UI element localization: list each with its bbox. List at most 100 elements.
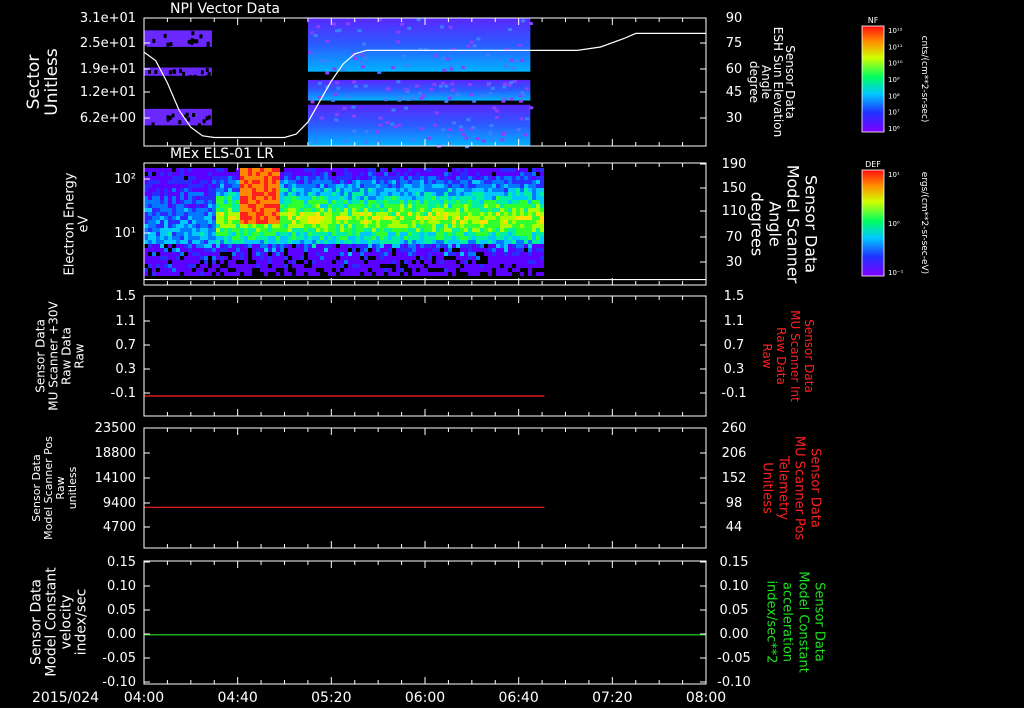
els-cell [424, 196, 428, 200]
els-cell [364, 212, 368, 216]
els-cell [504, 188, 508, 192]
els-cell [444, 204, 448, 208]
els-cell [168, 180, 172, 184]
els-cell [372, 192, 376, 196]
els-cell [388, 204, 392, 208]
els-cell [496, 260, 500, 264]
els-cell [268, 180, 272, 184]
els-cell [460, 256, 464, 260]
els-cell [292, 172, 296, 176]
els-cell [340, 196, 344, 200]
npi-speckle [190, 38, 194, 43]
els-cell [508, 228, 512, 232]
npi-speckle [199, 34, 203, 39]
els-cell [380, 208, 384, 212]
y-tick-label-left: 2.5e+01 [80, 36, 136, 51]
els-cell [248, 264, 252, 268]
els-cell [512, 236, 516, 240]
els-cell [184, 256, 188, 260]
els-cell [336, 172, 340, 176]
els-cell [444, 224, 448, 228]
els-cell [524, 172, 528, 176]
els-cell [228, 184, 232, 188]
els-cell [500, 252, 504, 256]
els-cell [352, 252, 356, 256]
els-cell [408, 260, 412, 264]
npi-speckle [313, 34, 318, 38]
els-cell [356, 256, 360, 260]
els-cell [192, 236, 196, 240]
els-cell [308, 232, 312, 236]
npi-speckle [442, 68, 447, 72]
els-cell [472, 228, 476, 232]
els-cell [424, 200, 428, 204]
els-cell [164, 184, 168, 188]
npi-speckle [331, 22, 336, 26]
els-cell [484, 264, 488, 268]
els-cell [236, 240, 240, 244]
els-cell [456, 236, 460, 240]
els-cell [492, 228, 496, 232]
els-cell [328, 232, 332, 236]
els-cell [444, 184, 448, 188]
els-cell [388, 216, 392, 220]
y-tick-label-right: 260 [722, 421, 747, 436]
els-cell [452, 184, 456, 188]
els-cell [360, 236, 364, 240]
els-cell [404, 260, 408, 264]
els-cell [240, 252, 244, 256]
els-cell [292, 252, 296, 256]
els-cell [256, 240, 260, 244]
els-cell [464, 180, 468, 184]
els-cell [264, 188, 268, 192]
els-cell [436, 264, 440, 268]
els-cell [432, 252, 436, 256]
els-cell [360, 180, 364, 184]
els-cell [412, 172, 416, 176]
els-cell [172, 224, 176, 228]
els-cell [324, 168, 328, 172]
y-tick-label-right: 0.7 [724, 338, 745, 353]
els-cell [276, 248, 280, 252]
npi-speckle [384, 98, 389, 102]
els-cell [496, 192, 500, 196]
els-cell [540, 272, 544, 276]
els-cell [176, 232, 180, 236]
els-cell [408, 232, 412, 236]
left-axis-title-line: Unitless [42, 48, 62, 116]
els-cell [188, 240, 192, 244]
els-cell [168, 196, 172, 200]
els-cell [332, 236, 336, 240]
npi-speckle [524, 87, 529, 91]
els-cell [404, 200, 408, 204]
els-cell [204, 188, 208, 192]
els-cell [536, 244, 540, 248]
els-cell [456, 176, 460, 180]
els-cell [172, 264, 176, 268]
els-cell [508, 260, 512, 264]
els-cell [200, 188, 204, 192]
els-cell [336, 216, 340, 220]
els-cell [368, 192, 372, 196]
els-cell [408, 196, 412, 200]
npi-speckle [352, 80, 357, 84]
els-cell [284, 264, 288, 268]
els-cell [288, 208, 292, 212]
els-cell [180, 188, 184, 192]
els-cell [416, 176, 420, 180]
els-cell [408, 192, 412, 196]
els-cell [452, 260, 456, 264]
els-cell [280, 240, 284, 244]
els-cell [436, 260, 440, 264]
els-cell [468, 232, 472, 236]
els-cell [240, 184, 244, 188]
els-cell [420, 184, 424, 188]
els-cell [468, 176, 472, 180]
els-cell [180, 172, 184, 176]
els-cell [480, 216, 484, 220]
els-cell [328, 236, 332, 240]
els-cell [500, 220, 504, 224]
els-cell [144, 204, 148, 208]
els-cell [168, 168, 172, 172]
els-cell [240, 236, 244, 240]
